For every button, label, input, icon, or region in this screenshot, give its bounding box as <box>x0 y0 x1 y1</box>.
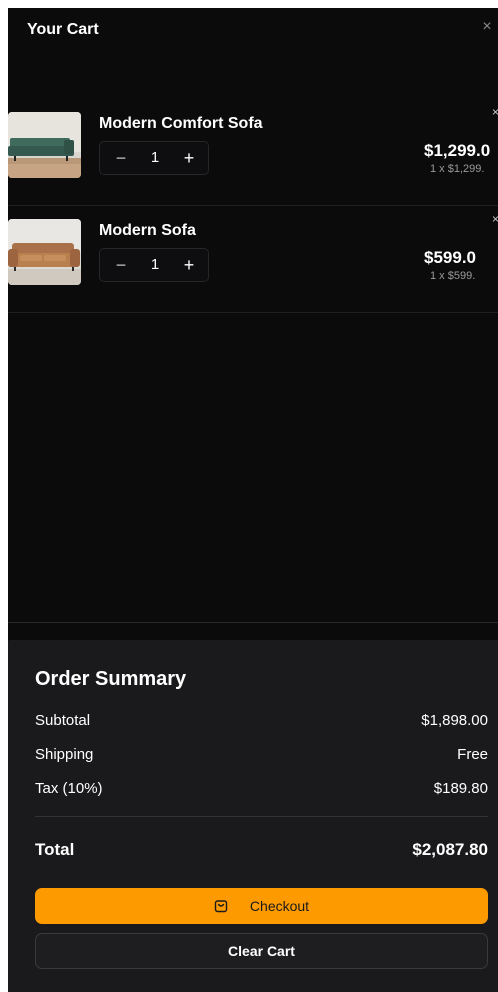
quantity-value: 1 <box>150 149 160 166</box>
increase-quantity-button[interactable]: + <box>174 249 204 281</box>
item-price: $599.0 <box>424 248 476 267</box>
cart-item: Modern Comfort Sofa − 1 + × $1,299.0 1 x… <box>8 99 498 206</box>
increase-quantity-button[interactable]: + <box>174 142 204 174</box>
order-summary-title: Order Summary <box>35 668 187 690</box>
product-image-green-sofa <box>8 112 81 178</box>
quantity-stepper: − 1 + <box>99 248 209 282</box>
cart-header: Your Cart × <box>8 8 498 54</box>
quantity-stepper: − 1 + <box>99 141 209 175</box>
item-unit-price: 1 x $599. <box>430 270 476 282</box>
tax-value: $189.80 <box>433 780 488 797</box>
cart-item: Modern Sofa − 1 + × $599.0 1 x $599. <box>8 206 498 313</box>
tax-label: Tax (10%) <box>35 780 103 797</box>
quantity-value: 1 <box>150 256 160 273</box>
divider <box>8 622 498 623</box>
subtotal-label: Subtotal <box>35 712 91 729</box>
checkout-label: Checkout <box>249 898 310 914</box>
product-image-tan-leather-sofa <box>8 219 81 285</box>
shipping-value: Free <box>457 746 488 763</box>
item-price: $1,299.0 <box>424 141 491 160</box>
clear-cart-button[interactable]: Clear Cart <box>35 933 488 969</box>
cart-drawer: Your Cart × Modern Comfort Sofa − 1 + × … <box>8 8 498 992</box>
summary-divider <box>35 816 488 817</box>
order-summary-panel: Order Summary Subtotal $1,898.00 Shippin… <box>8 640 498 992</box>
subtotal-value: $1,898.00 <box>421 712 488 729</box>
item-name: Modern Comfort Sofa <box>99 115 263 132</box>
item-unit-price: 1 x $1,299. <box>430 163 485 175</box>
shopping-bag-icon <box>214 899 228 913</box>
item-name: Modern Sofa <box>99 222 196 239</box>
decrease-quantity-button[interactable]: − <box>106 142 136 174</box>
shipping-label: Shipping <box>35 746 94 763</box>
remove-item-icon[interactable]: × <box>492 212 498 226</box>
total-label: Total <box>35 840 75 859</box>
cart-title: Your Cart <box>27 21 99 38</box>
checkout-button[interactable]: Checkout <box>35 888 488 924</box>
total-value: $2,087.80 <box>412 840 488 859</box>
remove-item-icon[interactable]: × <box>492 105 498 119</box>
close-icon[interactable]: × <box>478 18 496 36</box>
clear-cart-label: Clear Cart <box>228 943 295 959</box>
decrease-quantity-button[interactable]: − <box>106 249 136 281</box>
